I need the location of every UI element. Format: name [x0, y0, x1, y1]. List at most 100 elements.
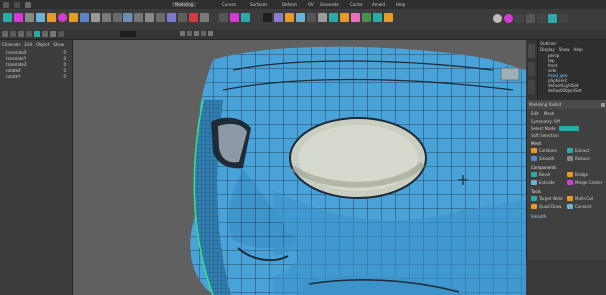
menu-item-surfaces[interactable]: Surfaces — [250, 2, 267, 7]
tab-attribute-editor[interactable] — [528, 62, 535, 76]
record-icon[interactable] — [504, 14, 513, 23]
bridge-icon[interactable] — [230, 13, 239, 22]
tab-edit-toolkit[interactable]: Edit — [531, 111, 539, 116]
menu-item-deform[interactable]: Deform — [282, 2, 297, 7]
sphere-primitive-icon[interactable] — [47, 13, 56, 22]
save-scene-icon[interactable] — [25, 2, 31, 8]
move-tool-icon[interactable] — [36, 13, 45, 22]
gate-mask-icon[interactable] — [180, 31, 185, 36]
workspace-selector[interactable]: Modeling — [172, 2, 197, 7]
torus-primitive-icon[interactable] — [102, 13, 111, 22]
channel-box-icon[interactable] — [548, 14, 557, 23]
tool-item[interactable]: Bridge — [567, 171, 603, 178]
uv-layout-icon[interactable] — [362, 13, 371, 22]
select-tool-icon[interactable] — [3, 13, 12, 22]
quadrangulate-icon[interactable] — [329, 13, 338, 22]
modeling-toolkit-icon[interactable] — [559, 14, 568, 23]
grab-brush-icon[interactable] — [384, 13, 393, 22]
outliner-item[interactable]: defaultObjectSet — [548, 88, 606, 93]
section-title[interactable]: Mesh — [531, 141, 603, 146]
multicut-icon[interactable] — [252, 13, 261, 22]
menu-item-curves[interactable]: Curves — [222, 2, 236, 7]
menu-item-help[interactable]: Help — [396, 2, 405, 7]
tool-settings-icon[interactable] — [537, 14, 546, 23]
snap-curve-icon[interactable] — [134, 13, 143, 22]
lights-icon[interactable] — [50, 31, 56, 37]
tab-edit[interactable]: Edit — [25, 42, 33, 47]
tool-item[interactable]: Combine — [531, 147, 567, 154]
channel-value[interactable]: 0 — [63, 74, 66, 80]
tab-object[interactable]: Object — [36, 42, 49, 47]
tab-channels[interactable]: Channels — [2, 42, 21, 47]
tab-show[interactable]: Show — [53, 42, 64, 47]
menu-item-cache[interactable]: Cache — [350, 2, 362, 7]
safe-area-icon[interactable] — [194, 31, 199, 36]
film-gate-icon[interactable] — [201, 31, 206, 36]
outliner-menu-show[interactable]: Show — [559, 47, 570, 52]
fill-hole-icon[interactable] — [340, 13, 349, 22]
menu-item-uv[interactable]: UV — [308, 2, 314, 7]
grease-pencil-icon[interactable] — [208, 31, 213, 36]
extrude-icon[interactable] — [219, 13, 228, 22]
render-icon[interactable] — [167, 13, 176, 22]
grid-toggle-icon[interactable] — [10, 31, 16, 37]
tool-item[interactable]: Connect — [567, 203, 603, 210]
target-weld-icon[interactable] — [263, 13, 272, 22]
tab-channel-box[interactable] — [528, 80, 535, 94]
ipr-render-icon[interactable] — [178, 13, 187, 22]
shaded-icon[interactable] — [26, 31, 32, 37]
tool-item[interactable]: Reduce — [567, 155, 603, 162]
plane-primitive-icon[interactable] — [91, 13, 100, 22]
open-scene-icon[interactable] — [14, 2, 20, 8]
paint-select-icon[interactable] — [25, 13, 34, 22]
section-title[interactable]: Tools — [531, 189, 603, 194]
tab-mesh-toolkit[interactable]: Mesh — [544, 111, 555, 116]
tab-outliner[interactable] — [528, 44, 535, 58]
shadows-icon[interactable] — [58, 31, 64, 37]
resolution-gate-icon[interactable] — [187, 31, 192, 36]
tool-item[interactable]: Multi-Cut — [567, 195, 603, 202]
tool-item[interactable]: Merge Center — [567, 179, 603, 186]
script-editor-icon[interactable] — [515, 14, 524, 23]
viewport[interactable] — [73, 40, 526, 295]
smooth-icon[interactable] — [296, 13, 305, 22]
triangulate-icon[interactable] — [318, 13, 327, 22]
symmetry-label[interactable]: Symmetry: Off — [531, 119, 560, 124]
hypershade-icon[interactable] — [200, 13, 209, 22]
tool-item[interactable]: Bevel — [531, 171, 567, 178]
bevel-icon[interactable] — [241, 13, 250, 22]
tool-item[interactable]: Extrude — [531, 179, 567, 186]
selection-mode-toggle[interactable] — [558, 126, 579, 131]
camera-icon[interactable] — [2, 31, 8, 37]
tool-item[interactable]: Target Weld — [531, 195, 567, 202]
help-line-icon[interactable] — [493, 14, 502, 23]
tool-item[interactable]: Smooth — [531, 155, 567, 162]
cylinder-primitive-icon[interactable] — [69, 13, 78, 22]
mirror-icon[interactable] — [285, 13, 294, 22]
sculpt-icon[interactable] — [373, 13, 382, 22]
menu-item-generate[interactable]: Generate — [320, 2, 339, 7]
reduce-icon[interactable] — [307, 13, 316, 22]
footer-label[interactable]: Smooth — [531, 214, 546, 219]
outliner-menu-help[interactable]: Help — [574, 47, 583, 52]
lasso-tool-icon[interactable] — [14, 13, 23, 22]
cube-primitive-icon[interactable] — [58, 13, 67, 22]
render-settings-icon[interactable] — [189, 13, 198, 22]
cone-primitive-icon[interactable] — [80, 13, 89, 22]
snap-point-icon[interactable] — [145, 13, 154, 22]
wireframe-icon[interactable] — [18, 31, 24, 37]
menu-item-arnold[interactable]: Arnold — [372, 2, 385, 7]
outliner-menu-display[interactable]: Display — [540, 47, 555, 52]
frame-field[interactable] — [120, 31, 136, 37]
snap-grid-icon[interactable] — [123, 13, 132, 22]
tool-item[interactable]: Extract — [567, 147, 603, 154]
isolate-icon[interactable] — [42, 31, 48, 37]
tool-item[interactable]: Quad Draw — [531, 203, 567, 210]
channel-row[interactable]: rotateY 0 — [6, 74, 66, 80]
history-icon[interactable] — [156, 13, 165, 22]
xray-icon[interactable] — [34, 31, 40, 37]
close-icon[interactable] — [601, 102, 605, 107]
section-title[interactable]: Components — [531, 165, 603, 170]
uv-editor-icon[interactable] — [351, 13, 360, 22]
soft-selection-label[interactable]: Soft Selection — [531, 133, 559, 138]
